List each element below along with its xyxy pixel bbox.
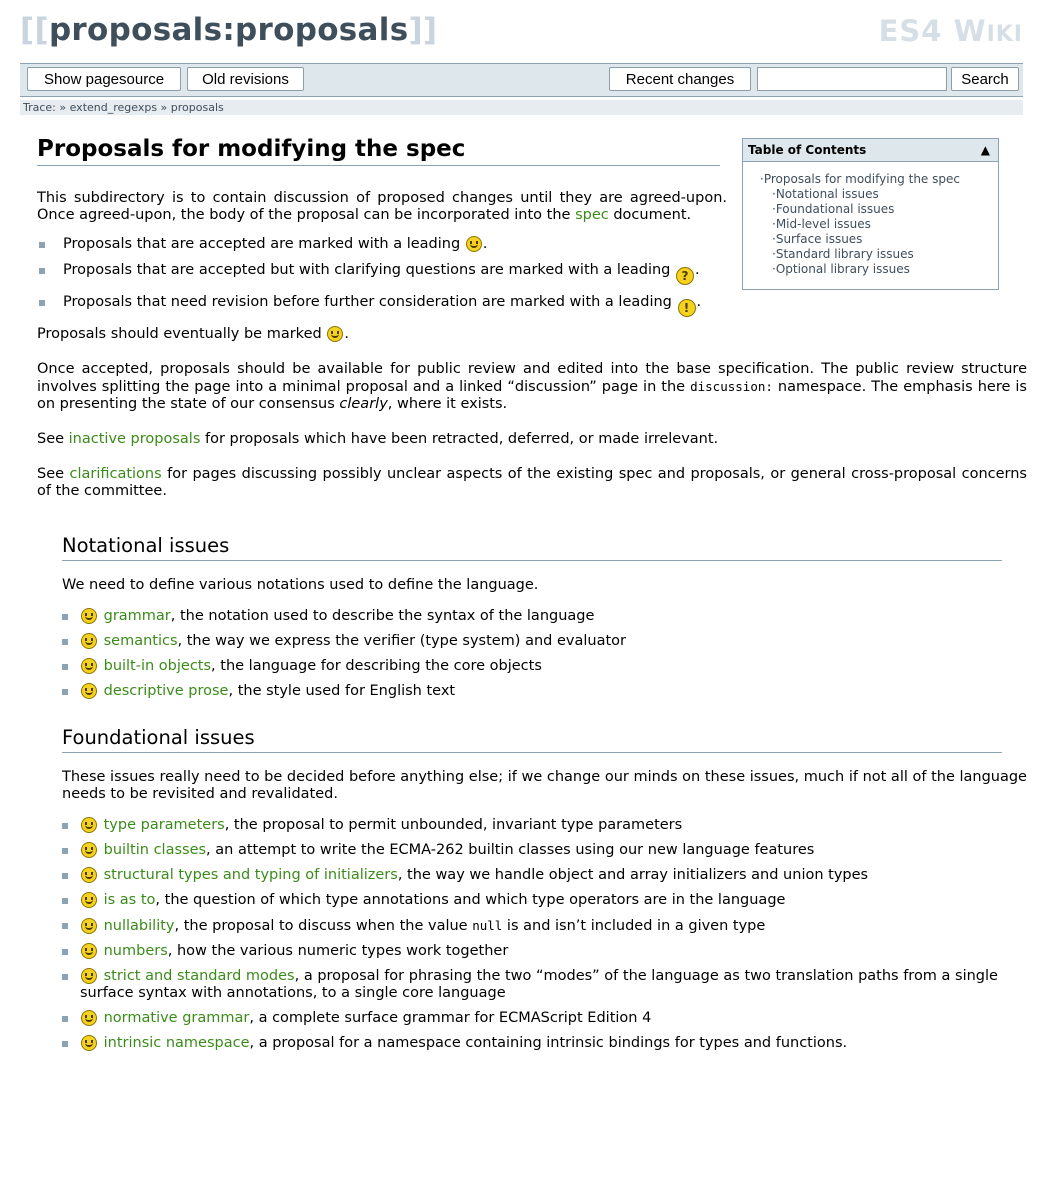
list-item: Proposals that are accepted are marked w…	[37, 236, 1027, 253]
inactive-paragraph: See inactive proposals for proposals whi…	[37, 431, 719, 447]
question-icon: ?	[676, 267, 694, 285]
smiley-icon	[81, 633, 97, 649]
notational-list: grammar, the notation used to describe t…	[62, 608, 1027, 700]
review-paragraph: Once accepted, proposals should be avail…	[37, 361, 1027, 412]
smiley-icon	[81, 892, 97, 908]
proposal-link[interactable]: structural types and typing of initializ…	[104, 867, 398, 883]
bullet-icon	[62, 639, 68, 645]
logo-main: ES4 W	[878, 14, 987, 48]
list-item: builtin classes, an attempt to write the…	[62, 842, 1027, 859]
proposal-link[interactable]: type parameters	[104, 817, 225, 833]
bullet-icon	[39, 242, 45, 248]
proposal-link[interactable]: strict and standard modes	[104, 968, 295, 984]
smiley-icon	[81, 943, 97, 959]
smiley-icon	[81, 817, 97, 833]
smiley-icon	[81, 968, 97, 984]
foundational-section: These issues really need to be decided b…	[62, 769, 1027, 1052]
null-code: null	[472, 918, 503, 933]
smiley-icon	[81, 608, 97, 624]
bullet-icon	[39, 268, 45, 274]
smiley-icon	[465, 236, 482, 252]
proposal-link[interactable]: built-in objects	[104, 658, 211, 674]
search-input[interactable]	[757, 67, 947, 91]
proposal-link[interactable]: intrinsic namespace	[104, 1035, 250, 1051]
bullet-icon	[62, 974, 68, 980]
show-pagesource-button[interactable]: Show pagesource	[27, 67, 181, 91]
smiley-icon	[81, 842, 97, 858]
list-item: strict and standard modes, a proposal fo…	[62, 968, 1027, 1002]
list-item: semantics, the way we express the verifi…	[62, 633, 1027, 650]
bullet-icon	[62, 873, 68, 879]
smiley-icon	[81, 918, 97, 934]
proposal-link[interactable]: grammar	[104, 608, 171, 624]
main-content: Proposals for modifying the spec This su…	[37, 120, 1027, 1060]
bullet-icon	[62, 1041, 68, 1047]
notational-intro: We need to define various notations used…	[62, 577, 539, 593]
proposal-link[interactable]: is as to	[104, 892, 156, 908]
list-item: grammar, the notation used to describe t…	[62, 608, 1027, 625]
list-item: is as to, the question of which type ann…	[62, 892, 1027, 909]
notational-section: We need to define various notations used…	[62, 577, 1027, 700]
clarifications-link[interactable]: clarifications	[69, 466, 161, 482]
intro-paragraph: This subdirectory is to contain discussi…	[37, 190, 727, 223]
smiley-icon	[81, 683, 97, 699]
list-item: built-in objects, the language for descr…	[62, 658, 1027, 675]
list-item: type parameters, the proposal to permit …	[62, 817, 1027, 834]
bullet-icon	[62, 689, 68, 695]
smiley-icon	[81, 1010, 97, 1026]
foundational-list: type parameters, the proposal to permit …	[62, 817, 1027, 1052]
foundational-intro: These issues really need to be decided b…	[62, 769, 1027, 802]
title-open-brackets: [[	[20, 12, 49, 48]
bullet-icon	[62, 614, 68, 620]
proposal-link[interactable]: numbers	[104, 943, 168, 959]
list-item: nullability, the proposal to discuss whe…	[62, 917, 1027, 935]
foundational-heading: Foundational issues	[62, 726, 1002, 753]
inactive-proposals-link[interactable]: inactive proposals	[69, 431, 201, 447]
list-item: numbers, how the various numeric types w…	[62, 943, 1027, 960]
list-item: intrinsic namespace, a proposal for a na…	[62, 1035, 1027, 1052]
list-item: normative grammar, a complete surface gr…	[62, 1010, 1027, 1027]
page-header: [[proposals:proposals]] ES4 WIKI	[0, 0, 1045, 60]
title-text[interactable]: proposals:proposals	[49, 12, 409, 48]
search-button[interactable]: Search	[951, 67, 1019, 91]
eventually-paragraph: Proposals should eventually be marked .	[37, 326, 349, 342]
bullet-icon	[62, 923, 68, 929]
bullet-icon	[62, 1016, 68, 1022]
smiley-icon	[81, 1035, 97, 1051]
list-item: structural types and typing of initializ…	[62, 867, 1027, 884]
list-item: Proposals that need revision before furt…	[37, 294, 1027, 317]
list-item: descriptive prose, the style used for En…	[62, 683, 1027, 700]
exclamation-icon: !	[677, 299, 696, 317]
recent-changes-button[interactable]: Recent changes	[609, 67, 751, 91]
old-revisions-button[interactable]: Old revisions	[187, 67, 304, 91]
smiley-icon	[81, 867, 97, 883]
proposal-link[interactable]: semantics	[104, 633, 178, 649]
bullet-icon	[62, 823, 68, 829]
bullet-icon	[62, 664, 68, 670]
smiley-icon	[81, 658, 97, 674]
smiley-icon	[327, 326, 344, 342]
breadcrumb: Trace: » extend_regexps » proposals	[20, 100, 1023, 115]
spec-link[interactable]: spec	[575, 207, 609, 223]
bullet-icon	[62, 848, 68, 854]
page-title[interactable]: [[proposals:proposals]]	[20, 12, 437, 48]
proposal-link[interactable]: nullability	[104, 918, 175, 934]
notational-heading: Notational issues	[62, 534, 1002, 561]
wiki-logo[interactable]: ES4 WIKI	[879, 14, 1023, 48]
bullet-icon	[62, 898, 68, 904]
main-heading: Proposals for modifying the spec	[37, 136, 720, 166]
proposal-link[interactable]: builtin classes	[104, 842, 206, 858]
proposal-link[interactable]: descriptive prose	[104, 683, 229, 699]
discussion-code: discussion:	[690, 379, 773, 394]
toolbar: Show pagesource Old revisions Recent cha…	[20, 63, 1023, 97]
bullet-icon	[39, 300, 45, 306]
proposal-link[interactable]: normative grammar	[104, 1010, 250, 1026]
breadcrumb-text[interactable]: Trace: » extend_regexps » proposals	[23, 101, 224, 114]
title-close-brackets: ]]	[408, 12, 438, 48]
logo-small: IKI	[986, 22, 1023, 47]
clarifications-paragraph: See clarifications for pages discussing …	[37, 466, 1027, 499]
marker-list: Proposals that are accepted are marked w…	[37, 236, 1027, 317]
list-item: Proposals that are accepted but with cla…	[37, 262, 1027, 285]
bullet-icon	[62, 949, 68, 955]
